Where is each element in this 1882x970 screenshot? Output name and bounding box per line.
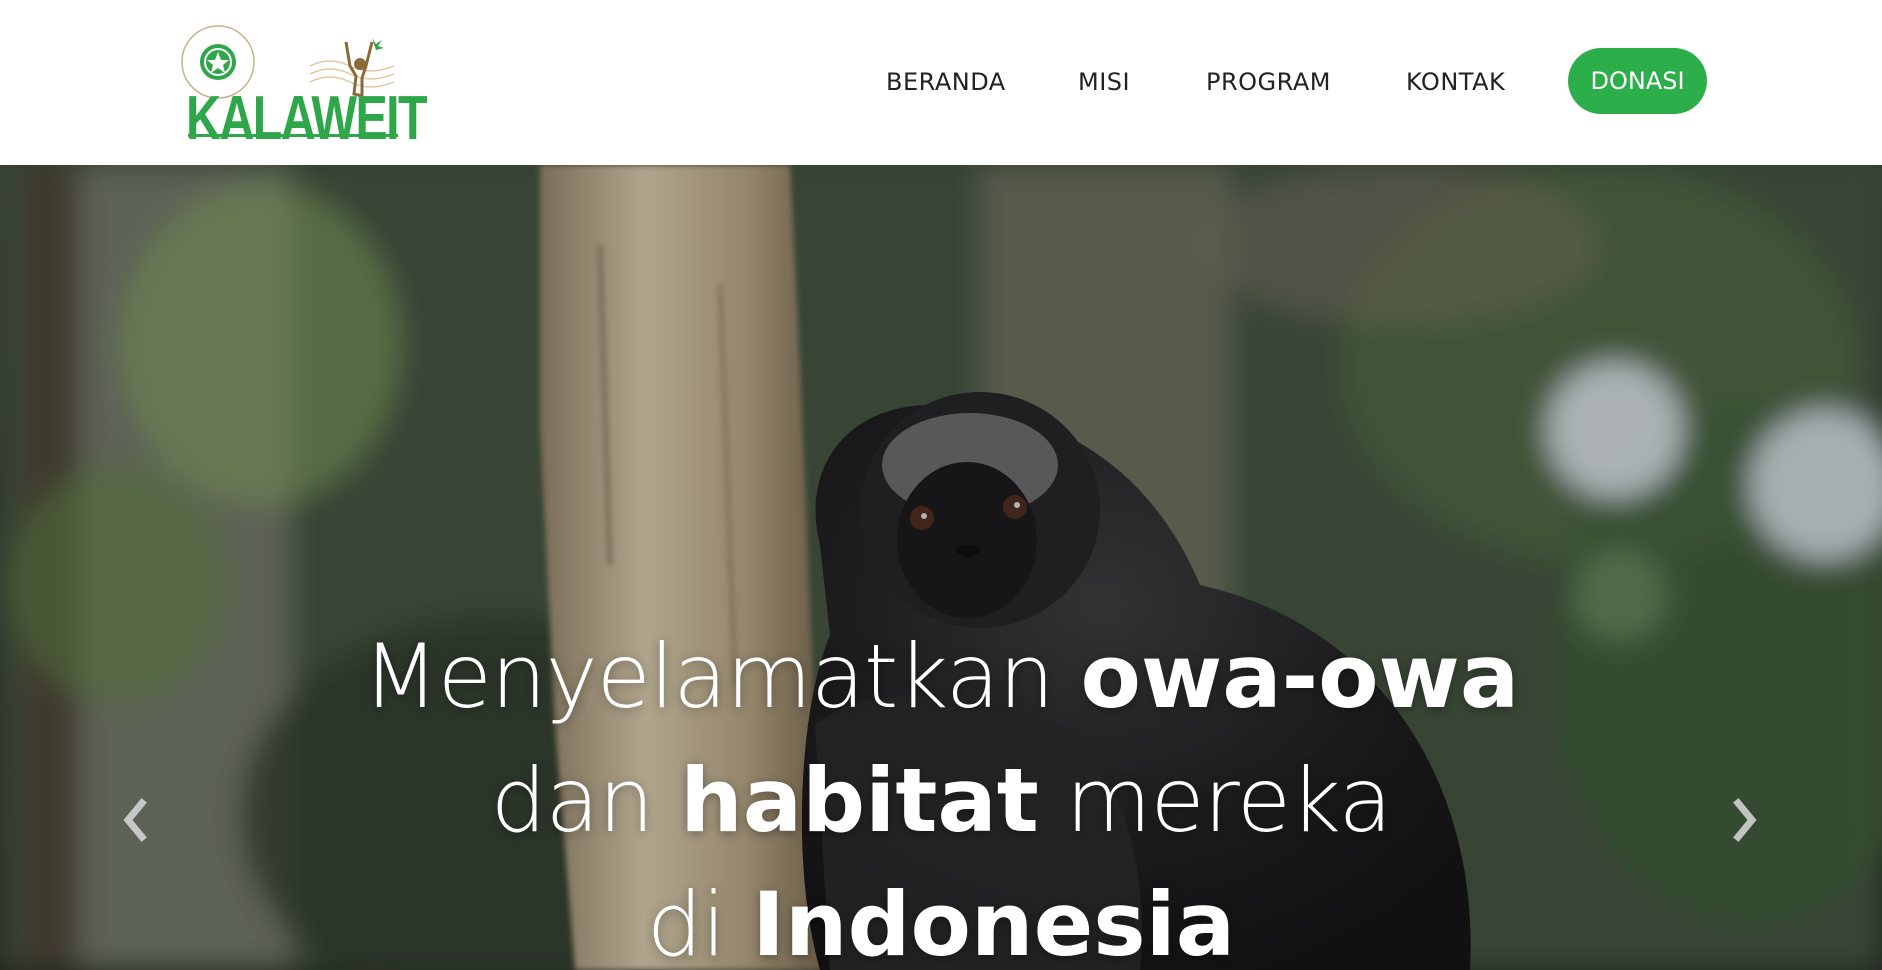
carousel-prev-button[interactable] <box>116 795 156 845</box>
headline-line-2-bold: habitat <box>680 749 1039 852</box>
nav-item-kontak[interactable]: KONTAK <box>1406 68 1505 96</box>
headline-line-1-bold: owa-owa <box>1080 625 1520 728</box>
headline-line-2-light-a: dan <box>490 749 681 852</box>
nav-item-program[interactable]: PROGRAM <box>1206 68 1331 96</box>
headline-line-3: di Indonesia <box>0 863 1882 970</box>
nav-item-beranda[interactable]: BERANDA <box>886 68 1006 96</box>
headline-line-2-light-b: mereka <box>1038 749 1393 852</box>
hero-headline: Menyelamatkan owa-owa dan habitat mereka… <box>0 615 1882 970</box>
headline-line-1-light: Menyelamatkan <box>362 625 1081 728</box>
headline-line-2: dan habitat mereka <box>0 739 1882 863</box>
carousel-next-button[interactable] <box>1724 795 1764 845</box>
headline-line-3-light: di <box>646 873 753 970</box>
chevron-left-icon <box>123 798 147 842</box>
logo-underline <box>188 134 398 137</box>
donate-button[interactable]: DONASI <box>1568 48 1707 114</box>
logo-wordmark: KALAWEIT <box>186 84 428 153</box>
headline-line-1: Menyelamatkan owa-owa <box>0 615 1882 739</box>
headline-line-3-bold: Indonesia <box>752 873 1236 970</box>
hero-carousel: Menyelamatkan owa-owa dan habitat mereka… <box>0 165 1882 970</box>
nav-item-misi[interactable]: MISI <box>1078 68 1130 96</box>
chevron-right-icon <box>1733 798 1757 842</box>
site-header: KALAWEIT BERANDA MISI PROGRAM KONTAK DON… <box>0 0 1882 165</box>
kalaweit-logo[interactable]: KALAWEIT <box>178 22 428 150</box>
